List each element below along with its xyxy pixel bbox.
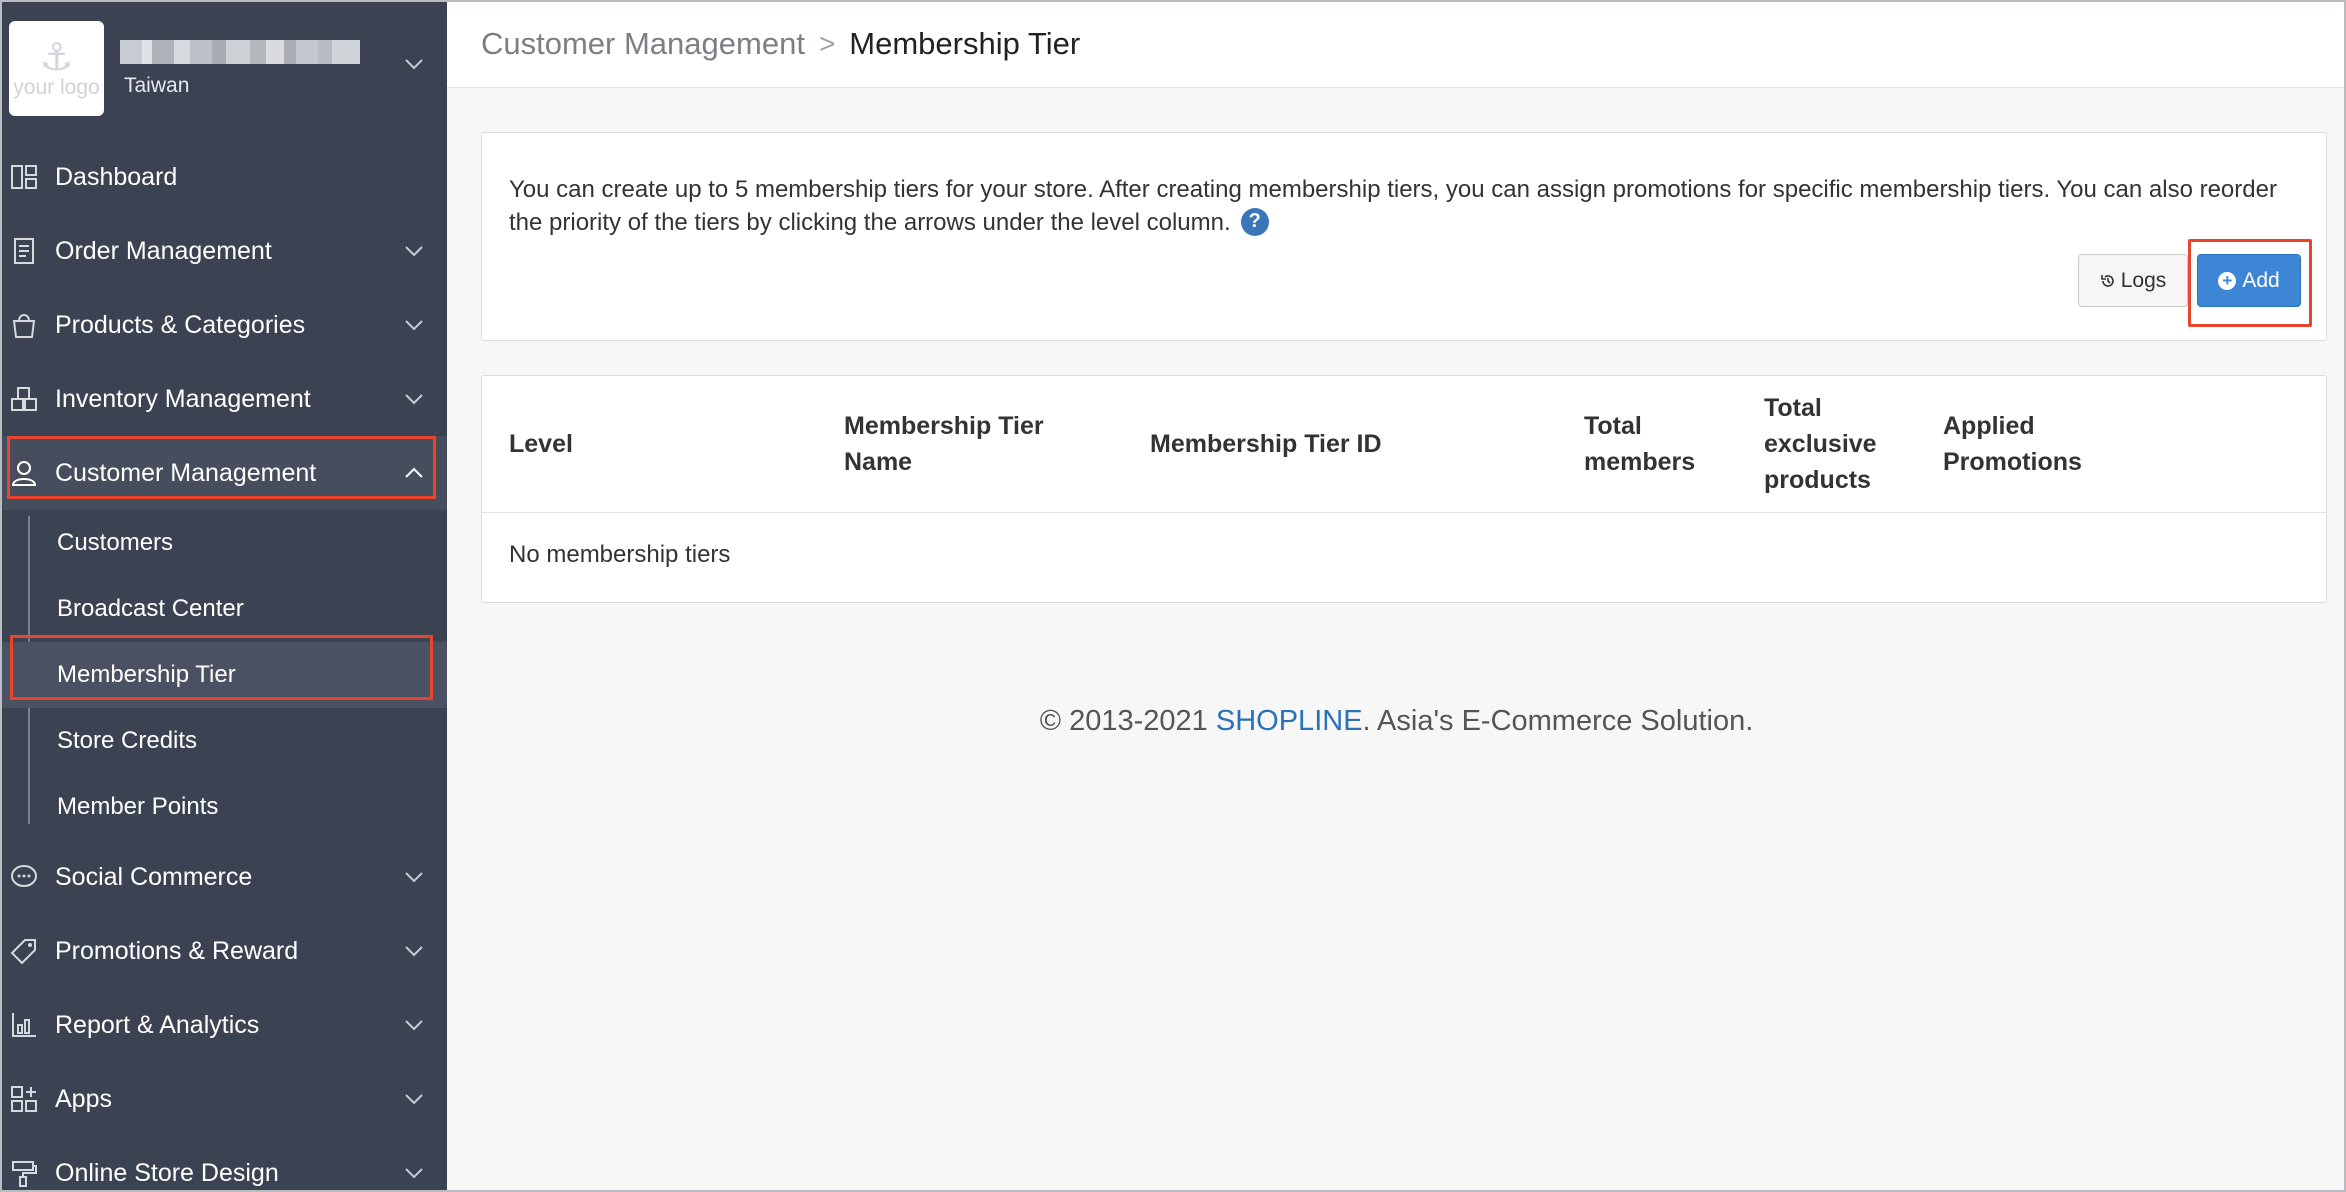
dashboard-icon [11,165,37,189]
chevron-down-icon [405,59,423,70]
chevron-down-icon [405,946,423,957]
nav-label: Social Commerce [55,862,253,891]
footer-brand-link[interactable]: SHOPLINE [1216,705,1363,737]
store-region: Taiwan [124,74,190,97]
logs-button[interactable]: Logs [2078,254,2188,307]
add-label: Add [2242,268,2280,292]
chevron-up-icon [405,467,423,478]
history-icon [2100,274,2114,287]
nav-promotions-reward[interactable]: Promotions & Reward [0,914,447,988]
plus-circle-icon: + [2218,271,2237,290]
sidebar: ⚓ your logo Taiwan Dashboard Order Manag… [0,0,447,1192]
nav-label: Inventory Management [55,384,311,413]
table-header: Level Membership Tier Name Membership Ti… [482,376,2326,513]
nav-social-commerce[interactable]: Social Commerce [0,840,447,914]
nav-label: Order Management [55,236,272,265]
nav-label: Promotions & Reward [55,936,299,965]
chevron-down-icon [405,246,423,257]
sub-item-member-points[interactable]: Member Points [0,774,447,840]
column-header-level: Level [509,430,573,458]
logs-label: Logs [2120,268,2167,292]
sub-item-label: Customers [57,529,174,556]
column-header-exclusive-products: Total exclusive products [1764,394,1877,494]
store-logo: ⚓ your logo [9,21,104,116]
column-header-tier-name: Membership Tier Name [844,412,1044,476]
tag-icon [10,939,36,965]
chevron-down-icon [405,1020,423,1031]
main-nav: Dashboard Order Management Products & Ca… [0,140,447,510]
footer-tagline: . Asia's E-Commerce Solution. [1362,705,1754,737]
sub-item-label: Store Credits [57,727,198,754]
sub-item-label: Membership Tier [57,661,236,688]
nav-dashboard[interactable]: Dashboard [0,140,447,214]
nav-products-categories[interactable]: Products & Categories [0,288,447,362]
info-panel: You can create up to 5 membership tiers … [481,132,2327,341]
chevron-down-icon [405,394,423,405]
nav-label: Products & Categories [55,310,306,339]
breadcrumb-separator: > [818,27,836,59]
nav-label: Online Store Design [55,1158,279,1187]
main-nav-continued: Social Commerce Promotions & Reward Repo… [0,840,447,1192]
sub-item-broadcast-center[interactable]: Broadcast Center [0,576,447,642]
footer: © 2013-2021 SHOPLINE. Asia's E-Commerce … [447,705,2346,738]
nav-online-store-design[interactable]: Online Store Design [0,1136,447,1192]
breadcrumb: Customer Management > Membership Tier [447,0,2346,88]
anchor-icon: ⚓ [39,36,74,79]
shopping-bag-icon [12,314,36,338]
logo-text: your logo [13,75,100,99]
nav-apps[interactable]: Apps [0,1062,447,1136]
footer-copyright: © 2013-2021 [1039,705,1216,737]
add-button[interactable]: + Add [2197,254,2301,307]
paint-roller-icon [12,1161,37,1187]
customer-submenu: Customers Broadcast Center Membership Ti… [0,510,447,840]
store-switcher[interactable]: ⚓ your logo Taiwan [0,0,447,140]
empty-state-text: No membership tiers [509,541,731,568]
chevron-down-icon [405,872,423,883]
order-icon [14,238,34,264]
nav-inventory-management[interactable]: Inventory Management [0,362,447,436]
nav-label: Customer Management [55,458,317,487]
nav-label: Apps [55,1084,112,1113]
breadcrumb-parent[interactable]: Customer Management [481,26,805,62]
sub-item-label: Member Points [57,793,219,820]
nav-order-management[interactable]: Order Management [0,214,447,288]
help-icon[interactable]: ? [1240,207,1269,236]
page-title: Membership Tier [849,25,1081,61]
inventory-icon [11,387,37,411]
nav-report-analytics[interactable]: Report & Analytics [0,988,447,1062]
column-header-total-members: Total members [1584,412,1696,476]
chart-icon [12,1013,36,1037]
nav-customer-management[interactable]: Customer Management [0,436,447,510]
chevron-down-icon [405,1094,423,1105]
store-name-redacted [120,40,360,64]
chat-icon [11,865,37,887]
sub-item-membership-tier[interactable]: Membership Tier [0,642,447,708]
nav-label: Dashboard [55,162,178,191]
sub-item-label: Broadcast Center [57,595,244,622]
column-header-tier-id: Membership Tier ID [1150,430,1382,458]
chevron-down-icon [405,1168,423,1179]
sub-item-store-credits[interactable]: Store Credits [0,708,447,774]
column-header-applied-promotions: Applied Promotions [1943,412,2082,476]
info-description: You can create up to 5 membership tiers … [509,176,2277,236]
sub-item-customers[interactable]: Customers [0,510,447,576]
nav-label: Report & Analytics [55,1010,260,1039]
user-icon [11,461,37,486]
chevron-down-icon [405,320,423,331]
apps-icon [11,1086,37,1112]
info-text: You can create up to 5 membership tiers … [509,173,2309,239]
membership-tier-table: Level Membership Tier Name Membership Ti… [481,375,2327,603]
